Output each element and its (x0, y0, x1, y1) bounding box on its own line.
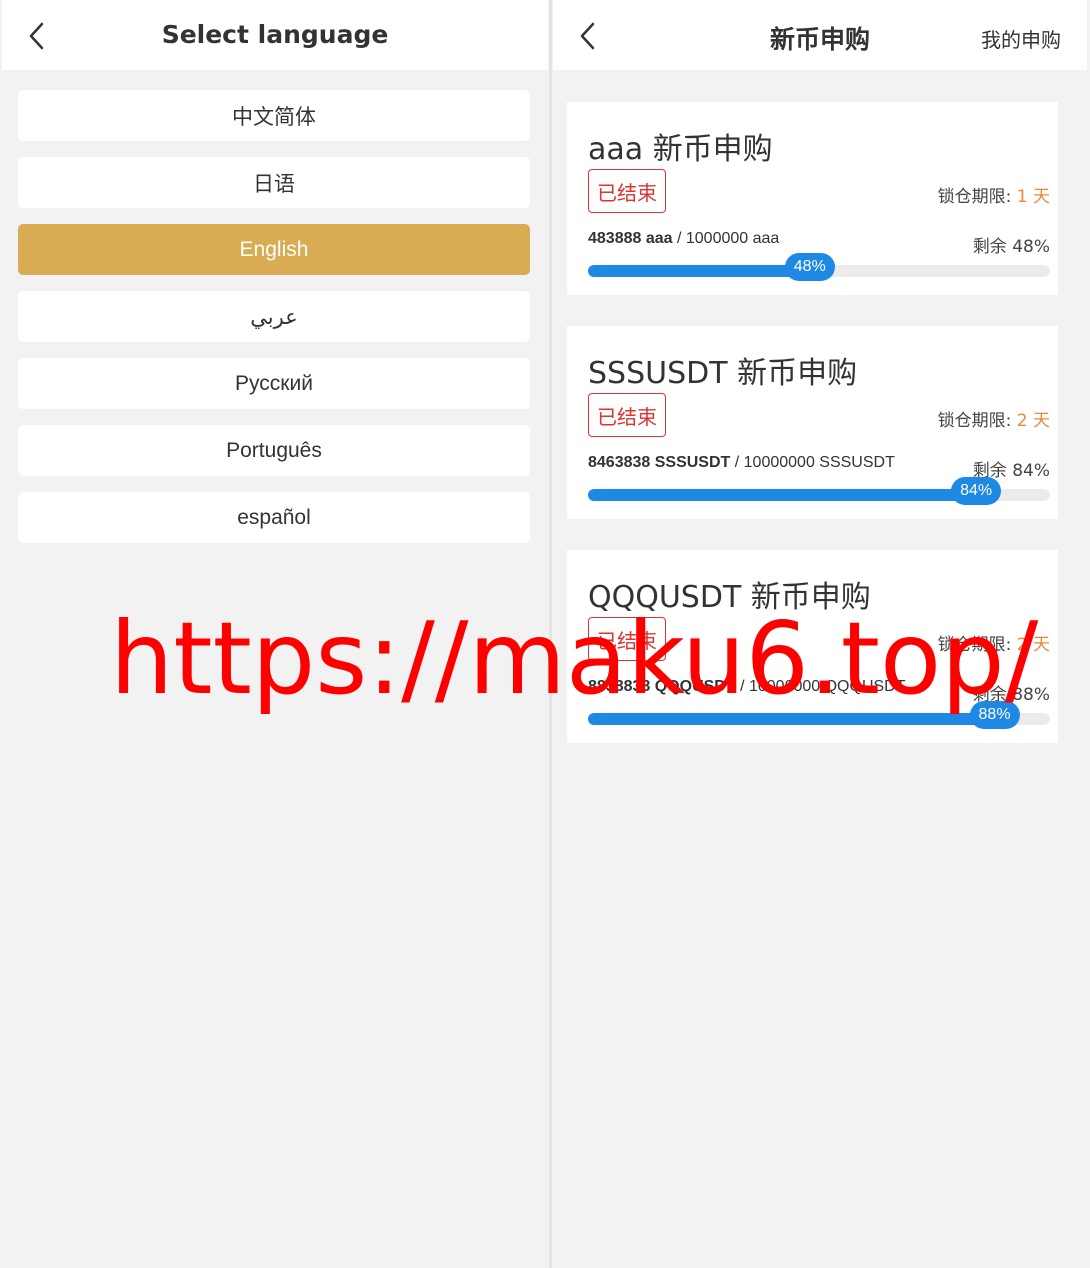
language-item[interactable]: Português (18, 425, 530, 476)
remaining-info: 剩余 48% (973, 232, 1050, 257)
language-label: Português (226, 438, 322, 462)
remaining-percent: 88% (1012, 685, 1050, 705)
language-label: 中文简体 (232, 105, 316, 129)
language-item[interactable]: 日语 (18, 157, 530, 208)
lock-label: 锁仓期限: (937, 187, 1012, 207)
status-badge: 已结束 (588, 393, 666, 437)
ipo-card[interactable]: QQQUSDT 新币申购 已结束 锁仓期限: 2 天 8838838 QQQUS… (567, 550, 1058, 743)
status-badge: 已结束 (588, 617, 666, 661)
lock-period: 锁仓期限: 1 天 (938, 182, 1050, 207)
lock-value: 2 天 (1016, 411, 1050, 431)
card-title: SSSUSDT 新币申购 (588, 356, 858, 391)
language-label: English (239, 237, 309, 261)
amount-info: 8838838 QQQUSDT / 10000000 QQQUSDT (588, 678, 906, 695)
amount-info: 483888 aaa / 1000000 aaa (588, 230, 780, 247)
sold-amount: 8838838 QQQUSDT (588, 678, 736, 695)
lock-value: 1 天 (1016, 187, 1050, 207)
remaining-label: 剩余 (972, 237, 1007, 257)
card-title: QQQUSDT 新币申购 (588, 580, 871, 615)
total-amount: 10000000 QQQUSDT (748, 678, 906, 695)
lock-label: 锁仓期限: (937, 635, 1012, 655)
progress-fill (588, 489, 977, 501)
language-item[interactable]: عربي (18, 291, 530, 342)
status-badge: 已结束 (588, 169, 666, 213)
ipo-screen: 新币申购 我的申购 aaa 新币申购 已结束 锁仓期限: 1 天 483888 … (553, 0, 1087, 1268)
my-subscriptions-link[interactable]: 我的申购 (981, 24, 1061, 53)
sold-amount: 483888 aaa (588, 230, 673, 247)
language-screen: Select language 中文简体 日语 English عربي Рус… (2, 0, 548, 1268)
language-item[interactable]: 中文简体 (18, 90, 530, 141)
lock-period: 锁仓期限: 2 天 (938, 406, 1050, 431)
progress-bar: 84% (588, 477, 1050, 505)
panel-divider (549, 0, 552, 1268)
progress-fill (588, 265, 810, 277)
progress-badge: 48% (784, 253, 835, 281)
language-item[interactable]: español (18, 492, 530, 543)
total-amount: 1000000 aaa (685, 230, 780, 247)
lock-period: 锁仓期限: 2 天 (938, 630, 1050, 655)
remaining-percent: 48% (1012, 237, 1050, 257)
language-label: español (237, 505, 311, 529)
amount-info: 8463838 SSSUSDT / 10000000 SSSUSDT (588, 454, 895, 471)
total-amount: 10000000 SSSUSDT (743, 454, 895, 471)
sold-amount: 8463838 SSSUSDT (588, 454, 731, 471)
language-label: عربي (250, 304, 298, 329)
ipo-header: 新币申购 我的申购 (553, 0, 1087, 70)
language-header: Select language (2, 0, 548, 70)
progress-bar: 48% (588, 253, 1050, 281)
page-title: Select language (161, 20, 389, 49)
language-label: Русский (235, 371, 313, 395)
progress-fill (588, 713, 995, 725)
card-title: aaa 新币申购 (588, 132, 773, 167)
lock-value: 2 天 (1016, 635, 1050, 655)
progress-badge: 84% (951, 477, 1002, 505)
lock-label: 锁仓期限: (937, 411, 1012, 431)
ipo-card[interactable]: SSSUSDT 新币申购 已结束 锁仓期限: 2 天 8463838 SSSUS… (567, 326, 1058, 519)
language-list: 中文简体 日语 English عربي Русский Português e… (2, 70, 548, 543)
progress-bar: 88% (588, 701, 1050, 729)
ipo-card[interactable]: aaa 新币申购 已结束 锁仓期限: 1 天 483888 aaa / 1000… (567, 102, 1058, 295)
language-item[interactable]: Русский (18, 358, 530, 409)
progress-badge: 88% (969, 701, 1020, 729)
remaining-percent: 84% (1012, 461, 1050, 481)
language-label: 日语 (253, 172, 295, 196)
ipo-card-list: aaa 新币申购 已结束 锁仓期限: 1 天 483888 aaa / 1000… (553, 70, 1087, 743)
language-item-selected[interactable]: English (18, 224, 530, 275)
